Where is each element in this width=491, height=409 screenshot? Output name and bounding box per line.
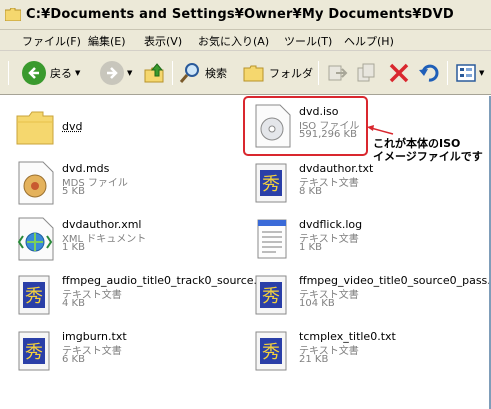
move-to-button[interactable]	[326, 59, 348, 87]
list-item-imgburn-txt[interactable]: 秀 imgburn.txt テキスト文書 6 KB	[15, 328, 245, 374]
views-dropdown-icon[interactable]: ▼	[479, 69, 484, 77]
menu-tools[interactable]: ツール(T)	[284, 33, 332, 49]
search-icon	[179, 62, 201, 84]
toolbar-grip	[8, 61, 9, 85]
forward-arrow-icon	[100, 61, 124, 85]
text-document-icon: 秀	[15, 272, 57, 318]
file-name: dvd	[62, 120, 82, 133]
back-arrow-icon	[22, 61, 46, 85]
folder-icon	[15, 104, 57, 150]
svg-text:秀: 秀	[262, 342, 280, 363]
back-label: 戻る	[50, 65, 72, 81]
toolbar-separator	[318, 61, 319, 85]
forward-dropdown-icon[interactable]: ▼	[127, 69, 132, 77]
menu-bar: ファイル(F) 編集(E) 表示(V) お気に入り(A) ツール(T) ヘルプ(…	[0, 30, 491, 51]
forward-button[interactable]: ▼	[100, 59, 132, 87]
delete-button[interactable]	[388, 59, 410, 87]
menu-file[interactable]: ファイル(F)	[22, 33, 81, 49]
file-size: 4 KB	[62, 298, 85, 309]
list-item-dvdauthor-txt[interactable]: 秀 dvdauthor.txt テキスト文書 8 KB	[252, 160, 482, 206]
file-size: 1 KB	[299, 242, 322, 253]
move-to-icon	[326, 62, 348, 84]
file-size: 6 KB	[62, 354, 85, 365]
iso-highlight-box	[243, 96, 368, 156]
file-size: 1 KB	[62, 242, 85, 253]
list-item-dvdauthor-xml[interactable]: dvdauthor.xml XML ドキュメント 1 KB	[15, 216, 245, 262]
annotation-text: これが本体のISO イメージファイルです	[373, 137, 483, 163]
list-item-dvdflick-log[interactable]: dvdflick.log テキスト文書 1 KB	[252, 216, 482, 262]
list-item-tcmplex-txt[interactable]: 秀 tcmplex_title0.txt テキスト文書 21 KB	[252, 328, 482, 374]
menu-favorites[interactable]: お気に入り(A)	[198, 33, 269, 49]
svg-text:秀: 秀	[262, 286, 280, 307]
views-button[interactable]: ▼	[456, 59, 484, 87]
toolbar: 戻る ▼ ▼ 検索 フォルダ ▼	[0, 51, 491, 95]
window-title: C:¥Documents and Settings¥Owner¥My Docum…	[26, 7, 454, 22]
back-dropdown-icon[interactable]: ▼	[75, 69, 80, 77]
file-size: 104 KB	[299, 298, 335, 309]
menu-help[interactable]: ヘルプ(H)	[344, 33, 394, 49]
svg-text:秀: 秀	[262, 174, 280, 195]
up-folder-button[interactable]	[143, 59, 167, 87]
folders-button[interactable]: フォルダ	[243, 59, 313, 87]
copy-to-icon	[356, 62, 378, 84]
text-document-icon: 秀	[252, 160, 294, 206]
svg-text:秀: 秀	[25, 286, 43, 307]
folders-icon	[243, 63, 265, 83]
menu-edit[interactable]: 編集(E)	[88, 33, 126, 49]
list-item-dvd-mds[interactable]: dvd.mds MDS ファイル 5 KB	[15, 160, 245, 206]
toolbar-separator	[172, 61, 173, 85]
list-item-ffmpeg-video[interactable]: 秀 ffmpeg_video_title0_source0_pass... テキ…	[252, 272, 482, 318]
annotation-line-1: これが本体のISO	[373, 137, 483, 150]
undo-button[interactable]	[418, 59, 440, 87]
up-folder-icon	[143, 61, 167, 85]
delete-icon	[388, 62, 410, 84]
back-button[interactable]: 戻る ▼	[22, 59, 80, 87]
notepad-log-icon	[252, 216, 294, 262]
search-label: 検索	[205, 65, 227, 81]
title-bar: C:¥Documents and Settings¥Owner¥My Docum…	[0, 0, 491, 30]
folders-label: フォルダ	[269, 65, 313, 81]
folder-icon	[5, 8, 21, 21]
list-item-ffmpeg-audio[interactable]: 秀 ffmpeg_audio_title0_track0_source... テ…	[15, 272, 245, 318]
mds-file-icon	[15, 160, 57, 206]
toolbar-separator	[447, 61, 448, 85]
search-button[interactable]: 検索	[179, 59, 227, 87]
undo-icon	[418, 62, 440, 84]
menu-view[interactable]: 表示(V)	[144, 33, 182, 49]
annotation-line-2: イメージファイルです	[373, 150, 483, 163]
svg-text:秀: 秀	[25, 342, 43, 363]
file-size: 21 KB	[299, 354, 328, 365]
xml-document-icon	[15, 216, 57, 262]
text-document-icon: 秀	[252, 272, 294, 318]
text-document-icon: 秀	[15, 328, 57, 374]
copy-to-button[interactable]	[356, 59, 378, 87]
list-item-dvd-folder[interactable]: dvd	[15, 104, 245, 150]
file-size: 5 KB	[62, 186, 85, 197]
file-size: 8 KB	[299, 186, 322, 197]
views-icon	[456, 64, 476, 82]
text-document-icon: 秀	[252, 328, 294, 374]
